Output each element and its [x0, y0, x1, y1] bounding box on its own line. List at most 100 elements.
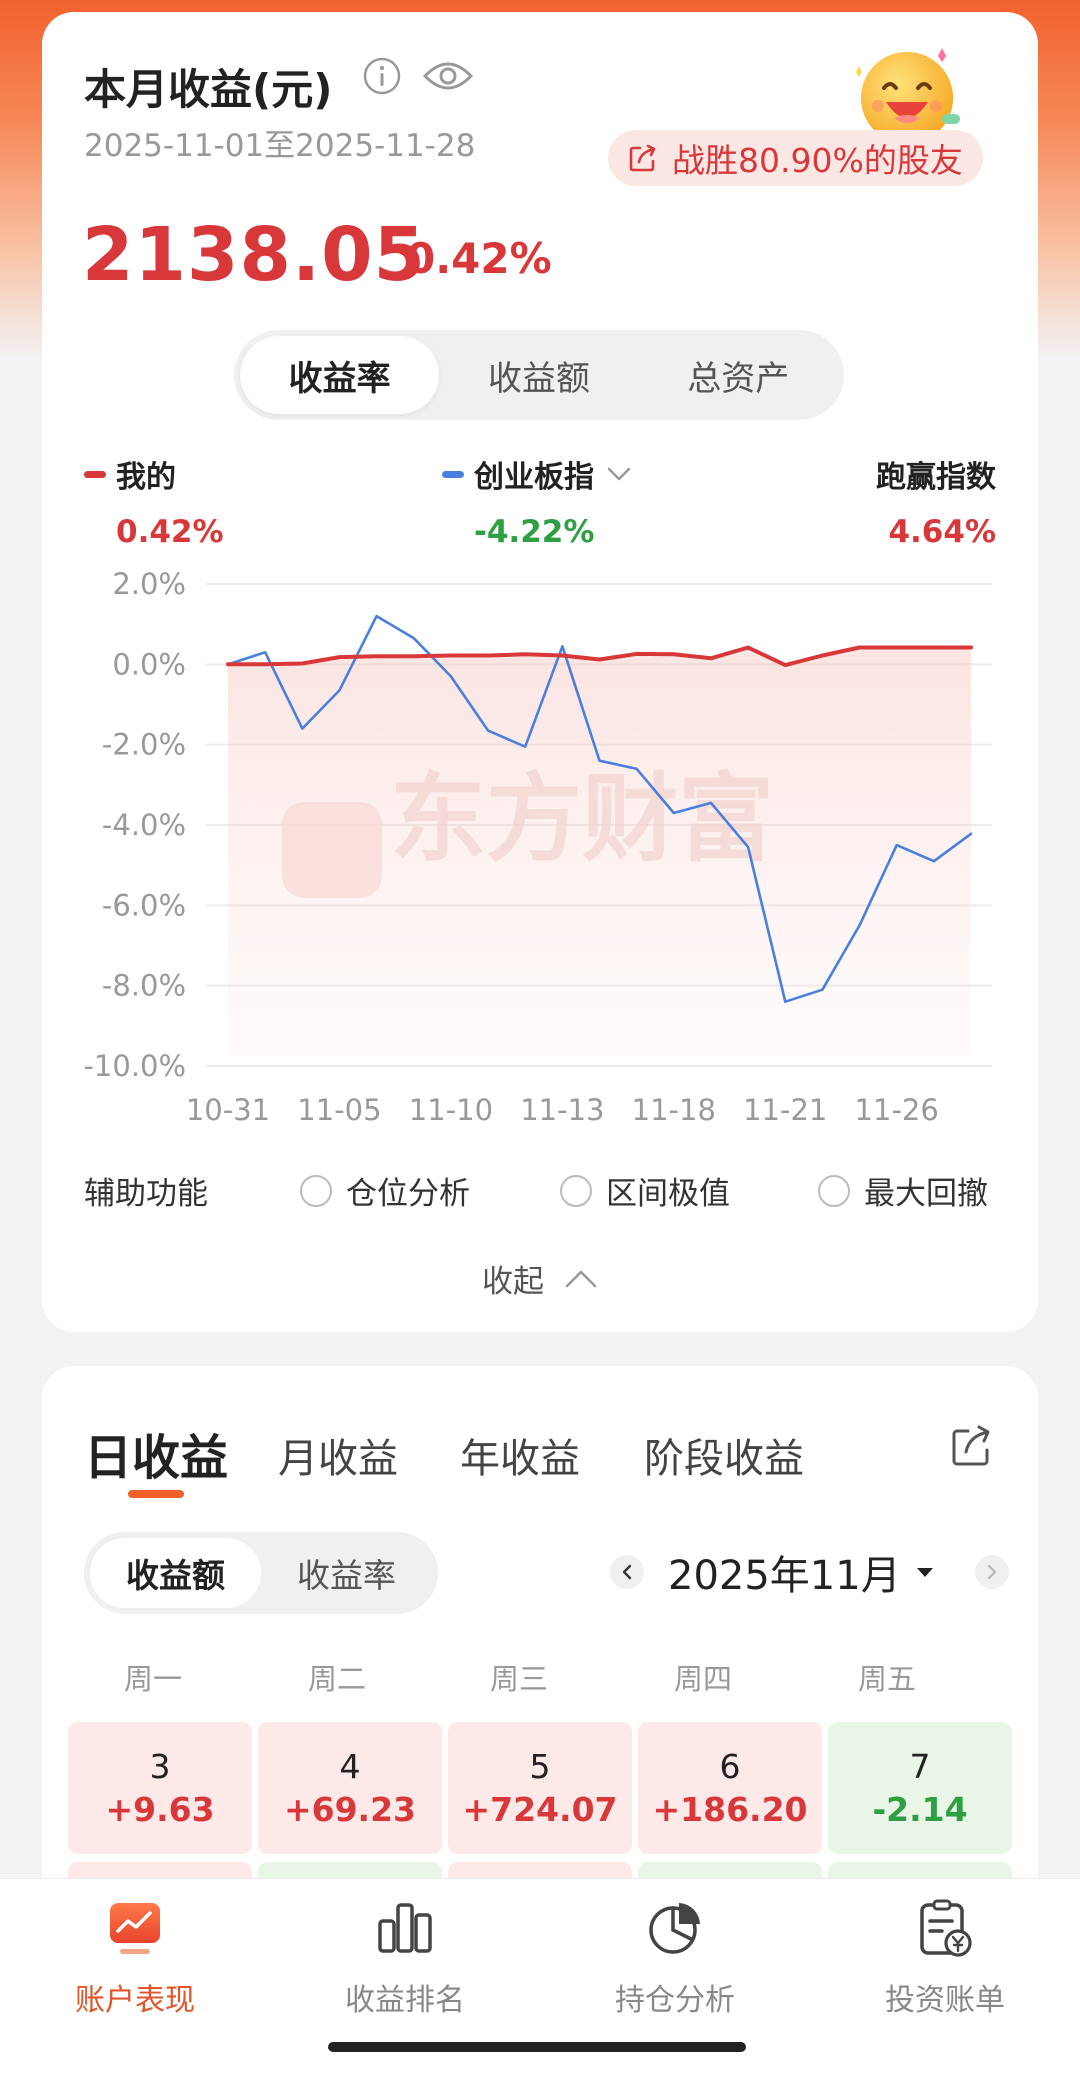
weekday-header: 周一 周二 周三 周四 周五 — [62, 1656, 1018, 1696]
y-tick-label: -10.0% — [83, 1049, 186, 1083]
calendar-day-cell[interactable]: 6 +186.20 — [638, 1722, 822, 1854]
series-line-index — [226, 614, 973, 1003]
prev-month-button[interactable] — [610, 1555, 644, 1589]
x-tick-label: 11-26 — [855, 1093, 939, 1127]
investment-bill-icon — [920, 1899, 972, 1957]
ranking-icon — [378, 1903, 432, 1953]
x-tick-label: 11-21 — [743, 1093, 827, 1127]
calendar-day-cell[interactable]: 5 +724.07 — [448, 1722, 632, 1854]
y-tick-label: 2.0% — [112, 567, 186, 601]
y-tick-label: -8.0% — [102, 969, 186, 1003]
day-income: +724.07 — [462, 1790, 618, 1829]
nav-ranking[interactable]: 收益排名 — [270, 1897, 540, 2019]
x-tick-label: 11-10 — [409, 1093, 493, 1127]
radio-position-analysis[interactable]: 仓位分析 — [300, 1168, 470, 1213]
day-income: +69.23 — [283, 1790, 417, 1829]
weekday-label: 周三 — [489, 1662, 548, 1696]
tab-total-assets[interactable]: 总资产 — [639, 336, 838, 414]
nav-label: 收益排名 — [345, 1983, 465, 2018]
toggle-rate[interactable]: 收益率 — [261, 1538, 432, 1608]
radio-label: 仓位分析 — [346, 1176, 470, 1212]
y-tick-label: 0.0% — [112, 647, 186, 681]
day-number: 3 — [149, 1747, 171, 1786]
share-icon[interactable] — [948, 1422, 996, 1470]
tab-period-income[interactable]: 阶段收益 — [644, 1426, 804, 1484]
radio-max-drawdown[interactable]: 最大回撤 — [818, 1168, 988, 1213]
day-number: 7 — [909, 1747, 931, 1786]
day-number: 4 — [339, 1747, 361, 1786]
metric-segmented-control: 收益率 收益额 总资产 — [234, 330, 844, 420]
nav-position-analysis[interactable]: 持仓分析 — [540, 1897, 810, 2019]
legend-mine-value: 0.42% — [116, 514, 224, 550]
eye-icon[interactable] — [422, 58, 474, 94]
toggle-amount[interactable]: 收益额 — [90, 1538, 261, 1608]
income-tabs: 日收益 月收益 年收益 阶段收益 — [84, 1418, 1004, 1498]
position-analysis-icon — [649, 1903, 700, 1954]
watermark-logo-icon — [282, 802, 382, 898]
legend-index-value: -4.22% — [474, 514, 595, 550]
home-indicator — [328, 2042, 746, 2052]
month-return-rate: 0.42% — [406, 234, 552, 283]
y-tick-label: -6.0% — [102, 888, 186, 922]
collapse-label: 收起 — [482, 1264, 544, 1300]
tab-return-amount[interactable]: 收益额 — [439, 336, 638, 414]
nav-investment-bill[interactable]: 投资账单 — [810, 1897, 1080, 2019]
calendar-day-cell[interactable]: 3 +9.63 — [68, 1722, 252, 1854]
weekday-label: 周一 — [123, 1662, 182, 1696]
legend-index[interactable]: 创业板指 -4.22% — [442, 452, 632, 550]
radio-label: 最大回撤 — [864, 1176, 988, 1212]
share-icon — [629, 144, 656, 172]
x-tick-label: 11-05 — [297, 1093, 381, 1127]
chevron-up-icon — [565, 1270, 597, 1287]
tab-daily-income[interactable]: 日收益 — [84, 1418, 228, 1488]
beat-peers-text: 战胜80.90%的股友 — [672, 141, 963, 180]
nav-label: 持仓分析 — [615, 1983, 735, 2018]
day-income: -2.14 — [872, 1790, 968, 1829]
next-month-button[interactable] — [974, 1555, 1009, 1589]
aux-label: 辅助功能 — [84, 1176, 208, 1212]
tab-yearly-income[interactable]: 年收益 — [460, 1426, 580, 1484]
calendar-metric-toggle: 收益额 收益率 — [84, 1532, 438, 1614]
monthly-return-card: 本月收益(元) 2025-11-01至2025-11-28 战胜80.90%的股… — [42, 12, 1038, 1332]
day-number: 6 — [719, 1747, 741, 1786]
day-income: +9.63 — [105, 1790, 215, 1829]
calendar-day-cell[interactable]: 7 -2.14 — [828, 1722, 1012, 1854]
nav-account-performance[interactable]: 账户表现 — [0, 1897, 270, 2019]
radio-range-extremes[interactable]: 区间极值 — [560, 1168, 730, 1213]
calendar-day-cell[interactable]: 4 +69.23 — [258, 1722, 442, 1854]
x-tick-label: 11-13 — [520, 1093, 604, 1127]
caret-down-icon[interactable] — [915, 1565, 935, 1579]
tab-return-rate[interactable]: 收益率 — [240, 336, 440, 414]
chevron-right-icon — [987, 1564, 996, 1580]
chevron-down-icon[interactable] — [606, 466, 632, 482]
tab-monthly-income[interactable]: 月收益 — [278, 1426, 398, 1484]
legend-mine-label: 我的 — [116, 460, 176, 495]
weekday-label: 周五 — [857, 1662, 916, 1696]
info-icon[interactable] — [362, 56, 402, 96]
series-line-mine — [226, 645, 973, 668]
month-return-amount: 2138.05 — [82, 212, 427, 298]
red-line-swatch — [84, 470, 106, 478]
chevron-left-icon — [622, 1564, 632, 1580]
legend-mine: 我的 0.42% — [84, 452, 224, 550]
radio-circle-icon — [560, 1174, 592, 1207]
y-tick-label: -2.0% — [102, 728, 186, 762]
page-title: 本月收益(元) — [84, 65, 333, 114]
blue-line-swatch — [442, 470, 464, 478]
weekday-label: 周四 — [673, 1662, 732, 1696]
mine-area-fill — [228, 647, 971, 1056]
watermark-text: 东方财富 — [390, 763, 774, 875]
legend-index-label: 创业板指 — [474, 460, 594, 495]
nav-label: 投资账单 — [885, 1983, 1005, 2018]
aux-functions: 辅助功能 仓位分析 区间极值 最大回撤 — [84, 1168, 1004, 1218]
y-tick-label: -4.0% — [102, 808, 186, 842]
beat-peers-badge[interactable]: 战胜80.90%的股友 — [608, 130, 983, 186]
day-number: 5 — [529, 1747, 551, 1786]
collapse-button[interactable]: 收起 — [482, 1256, 598, 1301]
radio-circle-icon — [818, 1174, 850, 1207]
weekday-label: 周二 — [307, 1662, 366, 1696]
month-label[interactable]: 2025年11月 — [668, 1543, 901, 1601]
legend-outperform: 跑赢指数 4.64% — [876, 452, 996, 550]
x-tick-label: 10-31 — [186, 1093, 270, 1127]
date-range: 2025-11-01至2025-11-28 — [84, 128, 476, 164]
